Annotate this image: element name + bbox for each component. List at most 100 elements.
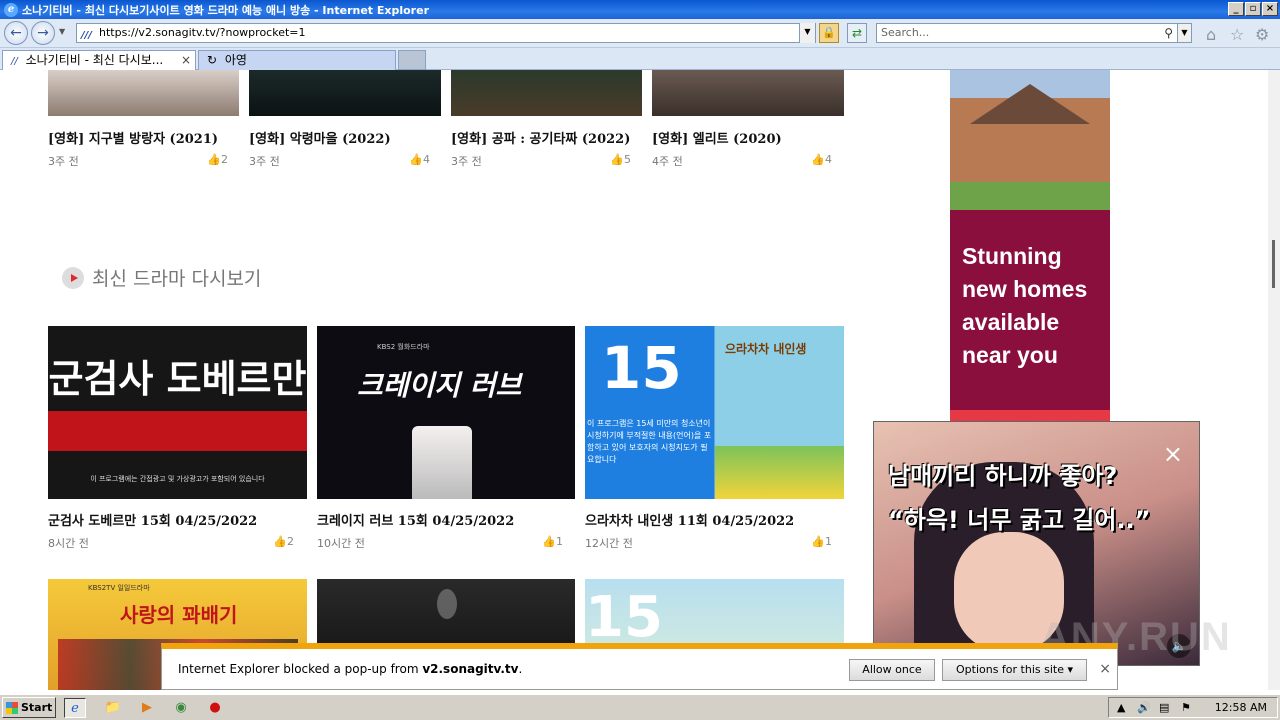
like-count: 👍2 xyxy=(207,153,228,166)
poster-flowers xyxy=(715,446,844,499)
address-dropdown-button[interactable]: ▼ xyxy=(799,23,815,43)
drama-time: 10시간 전 xyxy=(317,537,365,550)
tab-favicon-icon: // xyxy=(11,56,18,67)
poster-chandelier xyxy=(437,589,457,619)
poster-network: KBS2TV 일일드라마 xyxy=(88,584,150,592)
ad-caption-line1: 남매끼리 하니까 좋아? xyxy=(888,462,1118,490)
history-dropdown-icon[interactable]: ▼ xyxy=(59,27,65,36)
drama-title[interactable]: 군검사 도베르만 15회 04/25/2022 xyxy=(48,510,257,529)
close-icon[interactable]: × xyxy=(1163,440,1183,468)
close-window-button[interactable]: × xyxy=(1262,2,1278,16)
search-icon[interactable]: ⚲ xyxy=(1164,24,1173,42)
thumbs-up-icon: 👍 xyxy=(811,153,825,166)
drama-title[interactable]: 으라차차 내인생 11회 04/25/2022 xyxy=(585,510,794,529)
refresh-button[interactable]: ⇄ xyxy=(847,23,867,43)
like-count: 👍2 xyxy=(273,535,294,548)
window-titlebar: e 소나기티비 - 최신 다시보기사이트 영화 드라마 예능 애니 방송 - I… xyxy=(0,0,1280,19)
tab-sonagitv[interactable]: // 소나기티비 - 최신 다시보... × xyxy=(2,50,196,70)
tray-expand-icon[interactable]: ▲ xyxy=(1117,701,1125,714)
address-url: https://v2.sonagitv.tv/?nowprocket=1 xyxy=(99,26,306,39)
search-dropdown-icon[interactable]: ▼ xyxy=(1177,24,1191,42)
web-page: [영화] 지구별 방랑자 (2021) [영화] 악령마을 (2022) [영화… xyxy=(0,70,1268,690)
movie-title[interactable]: [영화] 엘리트 (2020) xyxy=(652,128,782,147)
thumbs-up-icon: 👍 xyxy=(273,535,287,548)
minimize-button[interactable]: _ xyxy=(1228,2,1244,16)
navigation-bar: ← → ▼ /// https://v2.sonagitv.tv/?nowpro… xyxy=(0,19,1280,48)
restore-button[interactable]: ▫ xyxy=(1245,2,1261,16)
ad-caption-line2: “하윽! 너무 굵고 길어..” xyxy=(888,506,1151,534)
movie-title[interactable]: [영화] 악령마을 (2022) xyxy=(249,128,391,147)
movie-time: 3주 전 xyxy=(451,155,482,168)
tab-bar: // 소나기티비 - 최신 다시보... × ↻ 아영 xyxy=(0,48,1280,70)
poster-cake xyxy=(412,426,472,499)
play-icon xyxy=(62,266,84,289)
tab-label: 소나기티비 - 최신 다시보... xyxy=(25,53,164,67)
search-input[interactable]: Search... ⚲ ▼ xyxy=(876,23,1192,43)
like-count: 👍4 xyxy=(409,153,430,166)
ie-taskbar-icon[interactable]: e xyxy=(64,698,86,718)
media-player-icon[interactable]: ▶ xyxy=(136,698,158,718)
movie-title[interactable]: [영화] 공파 : 공기타짜 (2022) xyxy=(451,128,630,147)
drama-time: 12시간 전 xyxy=(585,537,633,550)
new-tab-button[interactable] xyxy=(398,50,426,70)
home-icon[interactable]: ⌂ xyxy=(1206,25,1216,44)
movie-thumbnail[interactable] xyxy=(48,70,239,116)
start-button[interactable]: Start xyxy=(2,697,56,718)
thumbs-up-icon: 👍 xyxy=(811,535,825,548)
ad-house-image xyxy=(950,70,1110,210)
lock-icon[interactable]: 🔒 xyxy=(819,23,839,43)
gear-icon[interactable]: ⚙ xyxy=(1255,25,1269,44)
popup-blocked-notification: Internet Explorer blocked a pop-up from … xyxy=(161,643,1118,690)
drama-title[interactable]: 크레이지 러브 15회 04/25/2022 xyxy=(317,510,514,529)
forward-button[interactable]: → xyxy=(31,21,55,45)
drama-poster[interactable]: 군검사 도베르만 이 프로그램에는 간접광고 및 가상광고가 포함되어 있습니다 xyxy=(48,326,307,499)
volume-icon[interactable]: 🔊 xyxy=(1137,701,1151,714)
like-count: 👍1 xyxy=(811,535,832,548)
page-scrollbar[interactable] xyxy=(1268,70,1280,690)
taskbar: Start e 📁 ▶ ◉ ● ▲ 🔊 ▤ ⚑ 12:58 AM xyxy=(0,694,1280,720)
clock[interactable]: 12:58 AM xyxy=(1215,701,1267,714)
favorites-star-icon[interactable]: ☆ xyxy=(1230,25,1244,44)
tab-loading[interactable]: ↻ 아영 xyxy=(198,50,396,70)
close-tab-icon[interactable]: × xyxy=(181,51,191,69)
address-bar[interactable]: /// https://v2.sonagitv.tv/?nowprocket=1 xyxy=(76,23,816,43)
poster-banner xyxy=(48,411,307,451)
section-title-text: 최신 드라마 다시보기 xyxy=(92,268,262,290)
thumbs-up-icon: 👍 xyxy=(207,153,221,166)
sidebar-ad[interactable]: Stunning new homes available near you xyxy=(950,70,1110,470)
search-placeholder: Search... xyxy=(881,26,930,39)
chrome-icon[interactable]: ◉ xyxy=(170,698,192,718)
system-tray: ▲ 🔊 ▤ ⚑ 12:58 AM xyxy=(1108,697,1278,718)
poster-rating: 15 xyxy=(601,334,682,402)
flag-icon[interactable]: ⚑ xyxy=(1181,701,1191,714)
movie-title[interactable]: [영화] 지구별 방랑자 (2021) xyxy=(48,128,218,147)
movie-thumbnail[interactable] xyxy=(451,70,642,116)
window-title: 소나기티비 - 최신 다시보기사이트 영화 드라마 예능 애니 방송 - Int… xyxy=(22,3,429,17)
like-count: 👍5 xyxy=(610,153,631,166)
drama-poster[interactable]: KBS2 월화드라마 크레이지 러브 xyxy=(317,326,575,499)
scrollbar-thumb[interactable] xyxy=(1272,240,1275,288)
site-favicon-icon: /// xyxy=(81,30,92,41)
window-controls: _ ▫ × xyxy=(1228,2,1278,16)
poster-title: 크레이지 러브 xyxy=(357,369,522,402)
network-icon[interactable]: ▤ xyxy=(1159,701,1169,714)
antivirus-icon[interactable]: ● xyxy=(204,698,226,718)
movie-thumbnail[interactable] xyxy=(249,70,441,116)
loading-spinner-icon: ↻ xyxy=(207,53,218,67)
movie-time: 4주 전 xyxy=(652,155,683,168)
poster-rating: 15 xyxy=(585,585,663,650)
folder-icon[interactable]: 📁 xyxy=(102,698,124,718)
thumbs-up-icon: 👍 xyxy=(610,153,624,166)
back-button[interactable]: ← xyxy=(4,21,28,45)
options-for-site-button[interactable]: Options for this site ▾ xyxy=(942,659,1087,681)
like-count: 👍1 xyxy=(542,535,563,548)
close-notification-icon[interactable]: × xyxy=(1099,661,1111,677)
movie-thumbnail[interactable] xyxy=(652,70,844,116)
tab-label: 아영 xyxy=(224,53,247,67)
poster-title: 군검사 도베르만 xyxy=(48,357,307,401)
allow-once-button[interactable]: Allow once xyxy=(849,659,935,681)
ad-house-roof xyxy=(970,84,1090,124)
poster-title: 사랑의 꽈배기 xyxy=(120,603,238,627)
poster-notice: 이 프로그램은 15세 미만의 청소년이 시청하기에 부적절한 내용(언어)을 … xyxy=(587,419,712,464)
drama-poster[interactable]: 15 이 프로그램은 15세 미만의 청소년이 시청하기에 부적절한 내용(언어… xyxy=(585,326,844,499)
